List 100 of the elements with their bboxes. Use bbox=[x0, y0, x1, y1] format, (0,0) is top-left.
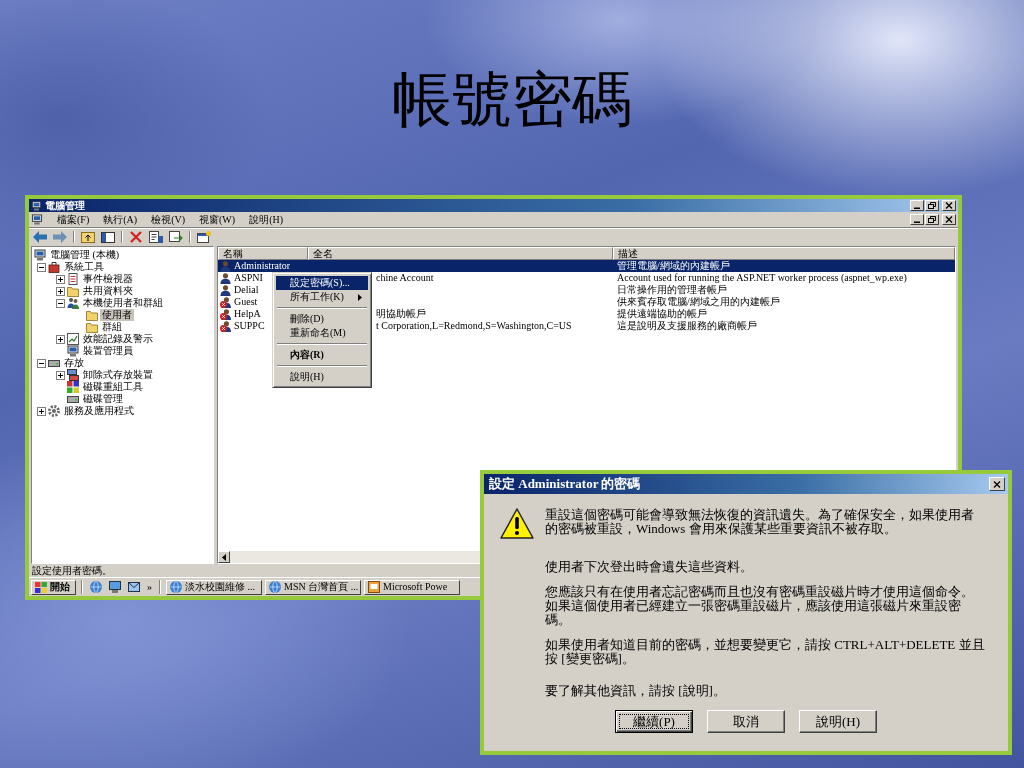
export-icon[interactable] bbox=[169, 230, 183, 243]
warning-icon bbox=[500, 508, 534, 539]
computer-icon bbox=[67, 345, 79, 357]
collapse-icon[interactable] bbox=[37, 358, 46, 368]
envelope-icon[interactable] bbox=[128, 582, 140, 592]
folder-icon bbox=[86, 309, 98, 321]
computer-icon[interactable] bbox=[31, 214, 43, 225]
menu-item[interactable]: 檢視(V) bbox=[145, 213, 191, 226]
drive-icon bbox=[48, 357, 60, 369]
message-text: 您應該只有在使用者忘記密碼而且也沒有密碼重設磁片時才使用這個命令。 bbox=[545, 585, 975, 599]
chevron-button[interactable]: » bbox=[145, 581, 154, 593]
close-button[interactable] bbox=[989, 477, 1005, 491]
menu-item[interactable]: 內容(R) bbox=[276, 348, 368, 362]
drive-icon bbox=[67, 393, 79, 405]
menu-item[interactable]: 刪除(D) bbox=[276, 312, 368, 326]
expand-icon[interactable] bbox=[56, 370, 65, 380]
dialog-button[interactable]: 取消 bbox=[707, 710, 785, 733]
menu-item[interactable]: 說明(H) bbox=[276, 370, 368, 384]
tree-item[interactable]: 效能記錄及警示 bbox=[81, 333, 155, 345]
taskbar-button[interactable]: Microsoft Powe bbox=[364, 579, 460, 595]
folder-up-icon[interactable] bbox=[81, 230, 95, 243]
menu-item[interactable]: 重新命名(M) bbox=[276, 326, 368, 340]
chart-icon bbox=[67, 333, 79, 345]
tree-item[interactable]: 裝置管理員 bbox=[81, 345, 135, 357]
minimize-button[interactable] bbox=[910, 214, 924, 225]
globe-icon bbox=[170, 581, 182, 593]
menu-item[interactable]: 設定密碼(S)... bbox=[276, 276, 368, 290]
window-title: 電腦管理 bbox=[45, 199, 85, 212]
cross-icon[interactable] bbox=[129, 230, 143, 243]
restore-button[interactable] bbox=[925, 200, 939, 211]
expand-icon[interactable] bbox=[56, 286, 65, 296]
user-name[interactable]: ASPNI bbox=[234, 272, 263, 284]
column-header[interactable]: 描述 bbox=[613, 247, 955, 260]
computer-icon bbox=[31, 200, 42, 211]
collapse-icon[interactable] bbox=[37, 262, 46, 272]
left-arrow-icon bbox=[222, 553, 226, 561]
dialog-button[interactable]: 繼續(P) bbox=[615, 710, 693, 733]
properties-icon[interactable] bbox=[149, 230, 163, 243]
dialog-title: 設定 Administrator 的密碼 bbox=[489, 477, 641, 491]
desktop-icon[interactable] bbox=[109, 581, 121, 593]
tree-item[interactable]: 共用資料夾 bbox=[81, 285, 135, 297]
tree-item[interactable]: 事件檢視器 bbox=[81, 273, 135, 285]
tree-item[interactable]: 磁碟管理 bbox=[81, 393, 125, 405]
tree-item[interactable]: 本機使用者和群組 bbox=[81, 297, 165, 309]
folder-icon bbox=[86, 321, 98, 333]
expand-icon[interactable] bbox=[56, 274, 65, 284]
description: 提供遠端協助的帳戶 bbox=[617, 308, 707, 320]
user-name[interactable]: Administrator bbox=[234, 260, 291, 272]
tree-item[interactable]: 卸除式存放裝置 bbox=[81, 369, 155, 381]
tree-item[interactable]: 群組 bbox=[100, 321, 124, 333]
close-button[interactable] bbox=[942, 214, 956, 225]
restore-icon bbox=[928, 202, 936, 209]
tree-item[interactable]: 系統工具 bbox=[62, 261, 106, 273]
status-text: 設定使用者密碼。 bbox=[32, 564, 112, 577]
restore-icon bbox=[928, 216, 936, 223]
full-name: t Corporation,L=Redmond,S=Washington,C=US bbox=[376, 320, 572, 332]
window-pane-icon[interactable] bbox=[101, 230, 115, 243]
user-name[interactable]: Delial bbox=[234, 284, 259, 296]
scroll-left-button[interactable] bbox=[218, 551, 230, 563]
dialog-button[interactable]: 說明(H) bbox=[799, 710, 877, 733]
tree-item[interactable]: 磁碟重組工具 bbox=[81, 381, 145, 393]
gear-icon bbox=[48, 405, 60, 417]
folder-icon bbox=[67, 285, 79, 297]
close-icon bbox=[993, 480, 1001, 488]
tree-item[interactable]: 服務及應用程式 bbox=[62, 405, 136, 417]
selected-row[interactable]: Administrator 管理電腦/網域的內建帳戶 bbox=[218, 260, 955, 272]
message-text: 重設這個密碼可能會導致無法恢復的資訊遺失。為了確保安全，如果使用者的密碼被重設，Windows 會用來保護某些重要資訊不被存取。 bbox=[545, 508, 975, 536]
description: Account used for running the ASP.NET worker process (aspnet_wp.exe) bbox=[617, 272, 907, 284]
tree-item[interactable]: 存放 bbox=[62, 357, 86, 369]
menu-item[interactable]: 執行(A) bbox=[97, 213, 144, 226]
window-icon[interactable] bbox=[197, 230, 211, 243]
tree-item[interactable]: 使用者 bbox=[100, 309, 134, 321]
tree-item[interactable]: 電腦管理 (本機) bbox=[48, 249, 122, 261]
description: 供來賓存取電腦/網域之用的內建帳戶 bbox=[617, 296, 780, 308]
menu-item[interactable]: 說明(H) bbox=[243, 213, 289, 226]
taskbar-button[interactable]: 淡水校園維修 ... bbox=[166, 579, 262, 595]
close-icon bbox=[945, 202, 953, 209]
expand-icon[interactable] bbox=[37, 406, 46, 416]
start-button[interactable]: 開始 bbox=[31, 579, 76, 595]
column-header[interactable]: 名稱 bbox=[218, 247, 308, 260]
globe-icon[interactable] bbox=[90, 581, 102, 593]
description: 管理電腦/網域的內建帳戶 bbox=[617, 260, 730, 272]
close-button[interactable] bbox=[942, 200, 956, 211]
menu-item[interactable]: 所有工作(K) bbox=[276, 290, 368, 304]
back-arrow-icon[interactable] bbox=[33, 230, 47, 243]
menu-item[interactable]: 視窗(W) bbox=[193, 213, 242, 226]
collapse-icon[interactable] bbox=[56, 298, 65, 308]
expand-icon[interactable] bbox=[56, 334, 65, 344]
minimize-button[interactable] bbox=[910, 200, 924, 211]
message-text: 要了解其他資訊，請按 [說明]。 bbox=[545, 684, 727, 698]
full-name: 明協助帳戶 bbox=[376, 308, 426, 320]
slides-icon bbox=[368, 581, 380, 593]
blocks-icon bbox=[67, 381, 79, 393]
column-header[interactable]: 全名 bbox=[308, 247, 613, 260]
taskbar-button[interactable]: MSN 台灣首頁 ... bbox=[265, 579, 361, 595]
restore-button[interactable] bbox=[925, 214, 939, 225]
description: 日常操作用的管理者帳戶 bbox=[617, 284, 727, 296]
toolbox-icon bbox=[48, 261, 60, 273]
menu-item[interactable]: 檔案(F) bbox=[51, 213, 96, 226]
full-name: chine Account bbox=[376, 272, 434, 284]
